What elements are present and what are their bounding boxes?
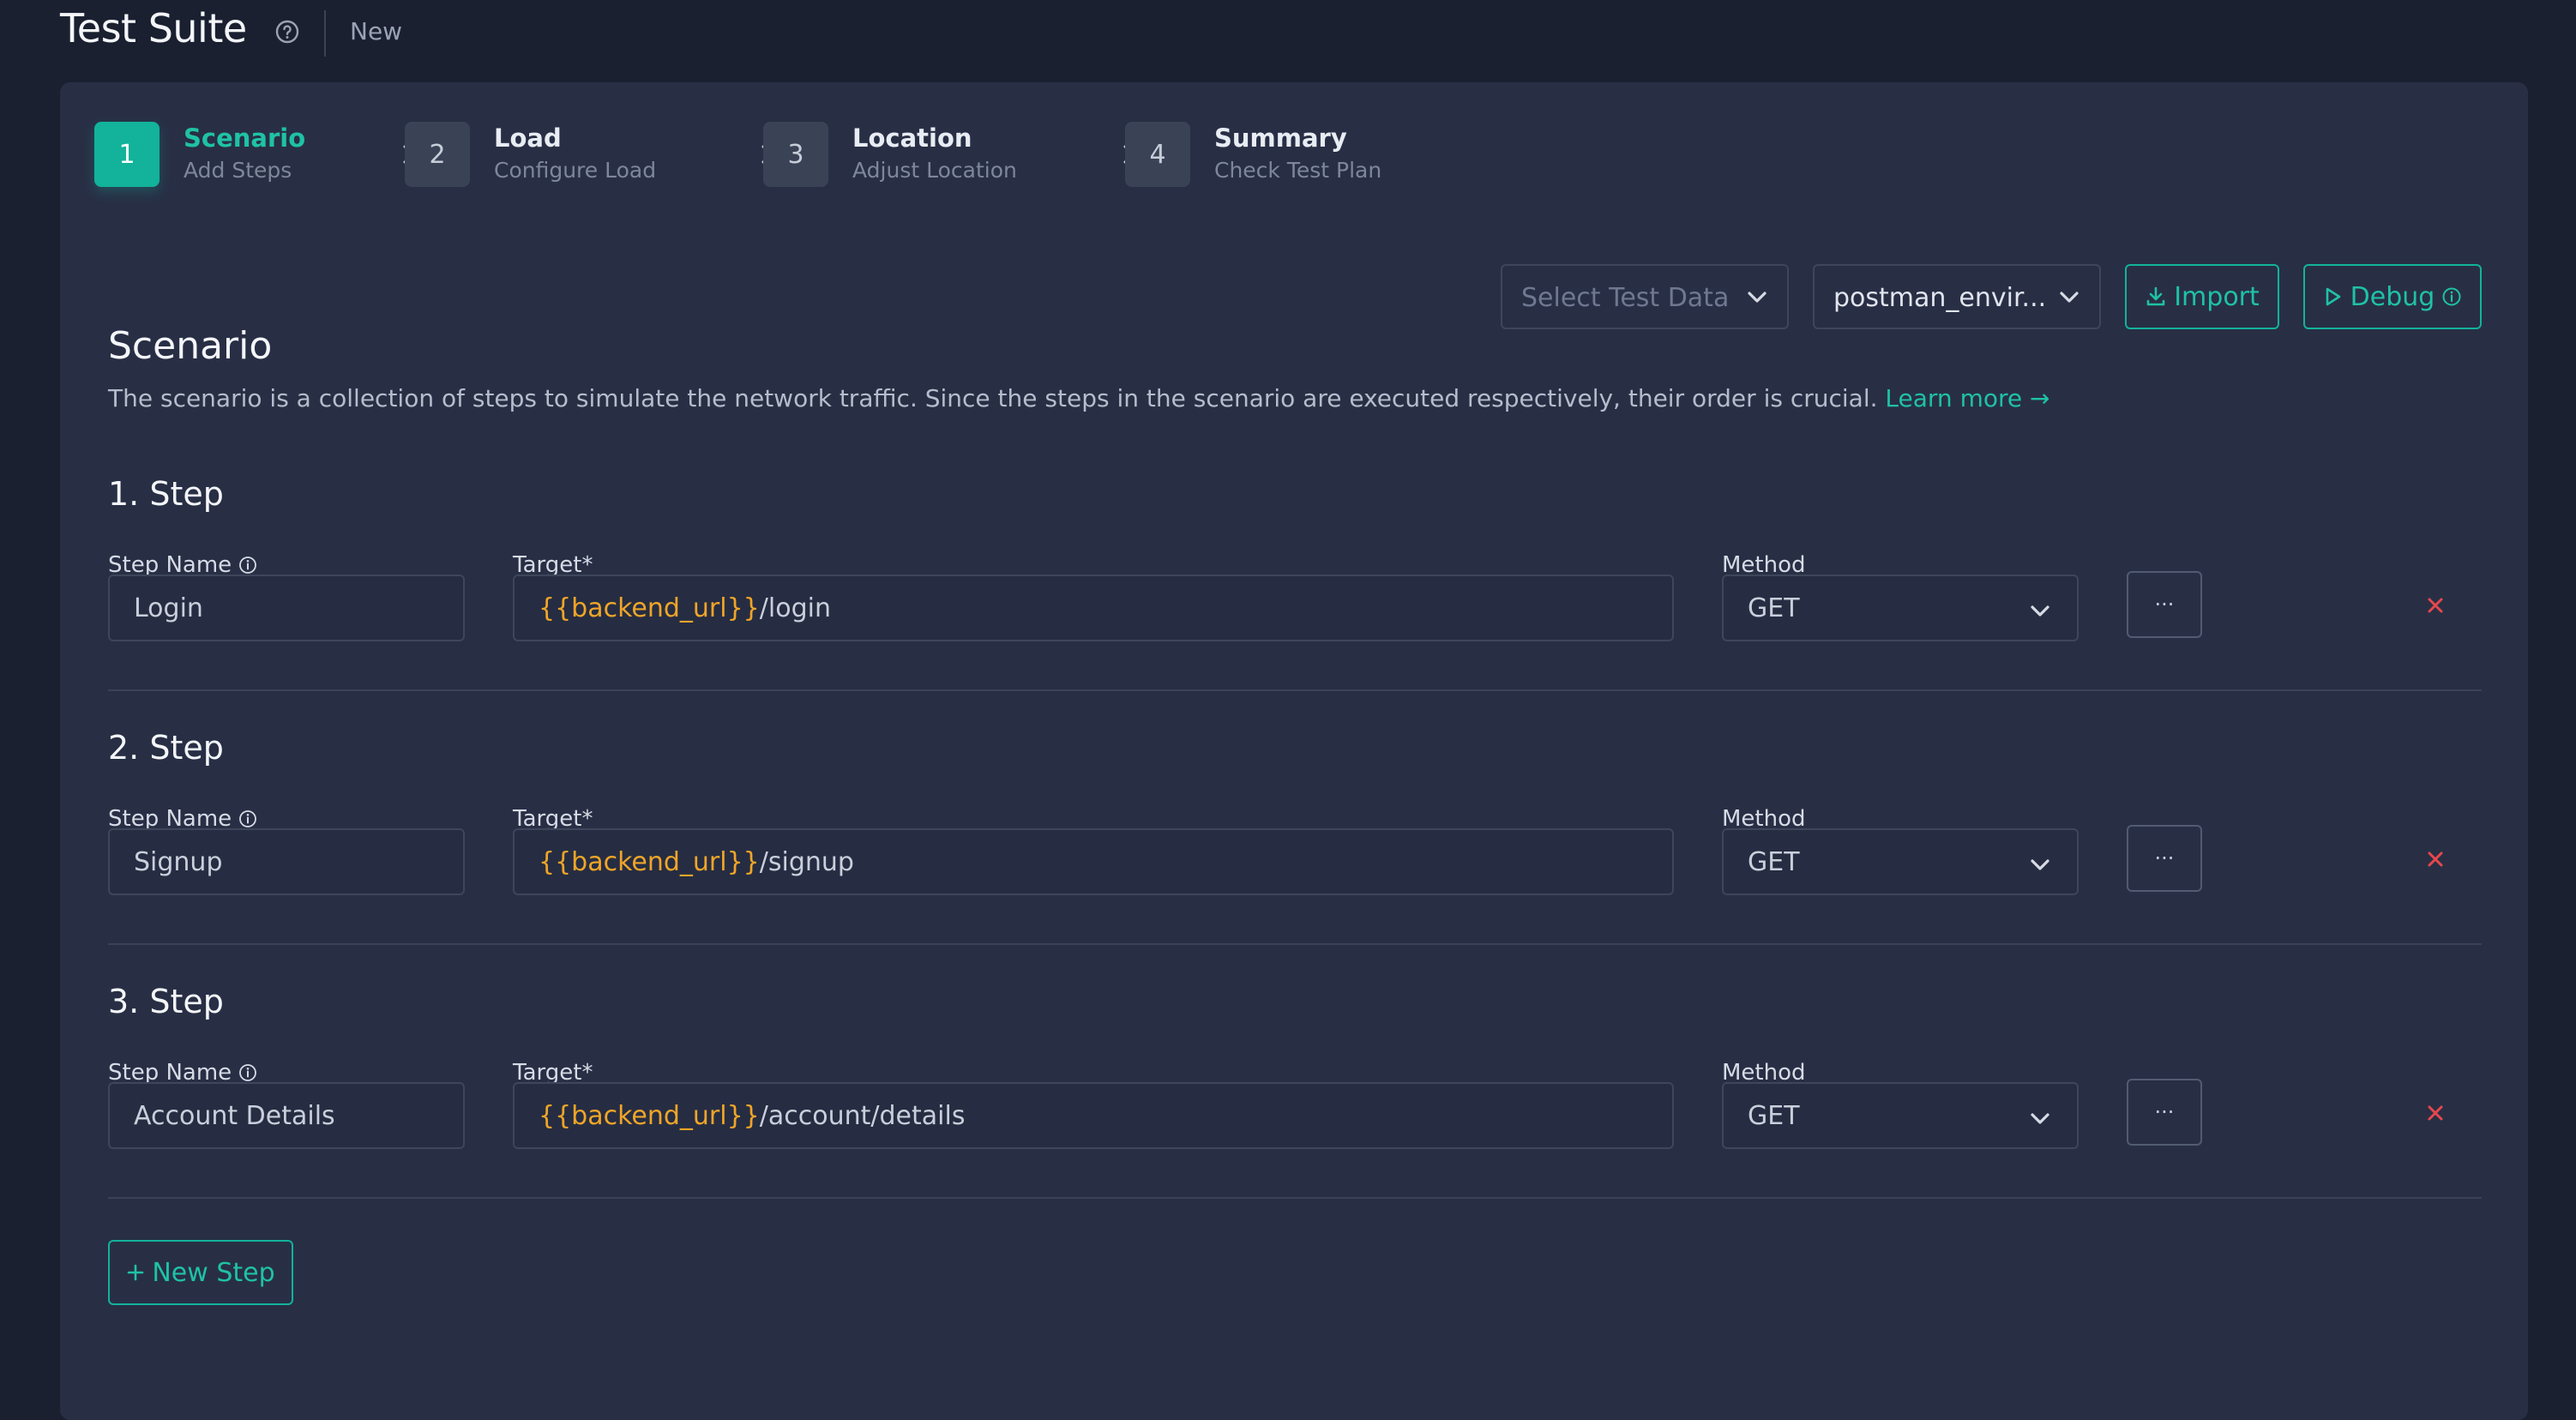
play-icon bbox=[2326, 287, 2340, 306]
ellipsis-icon: ··· bbox=[2154, 1100, 2175, 1124]
step-divider bbox=[108, 943, 2482, 945]
chevron-down-icon bbox=[2031, 605, 2049, 617]
import-label: Import bbox=[2174, 281, 2260, 312]
wizard-step-subtitle: Adjust Location bbox=[852, 158, 1017, 183]
ellipsis-icon: ··· bbox=[2154, 593, 2175, 617]
chevron-down-icon bbox=[2031, 1113, 2049, 1124]
close-icon[interactable] bbox=[2423, 1101, 2447, 1125]
ellipsis-icon: ··· bbox=[2154, 846, 2175, 870]
step-name-value: Login bbox=[134, 593, 203, 623]
close-icon[interactable] bbox=[2423, 593, 2447, 617]
step-name-value: Account Details bbox=[134, 1101, 335, 1131]
page-header: Test Suite New bbox=[0, 0, 2576, 65]
learn-more-link[interactable]: Learn more → bbox=[1885, 384, 2049, 412]
environment-value: postman_envir... bbox=[1833, 283, 2047, 313]
step-card: 2. Step Step Name Target* Method Signup … bbox=[108, 729, 2482, 983]
method-value: GET bbox=[1748, 1101, 1800, 1131]
download-icon bbox=[2146, 286, 2165, 306]
header-divider bbox=[324, 10, 326, 57]
chevron-down-icon bbox=[2060, 292, 2079, 303]
main-card: 1 Scenario Add Steps 2 Load Configure Lo… bbox=[60, 82, 2528, 1420]
target-path: /login bbox=[759, 593, 831, 623]
step-divider bbox=[108, 689, 2482, 691]
wizard-step-number: 3 bbox=[763, 122, 828, 187]
target-value: {{backend_url}}/account/details bbox=[539, 1101, 965, 1131]
description-text: The scenario is a collection of steps to… bbox=[108, 384, 1878, 412]
new-step-label: New Step bbox=[152, 1257, 275, 1288]
method-select[interactable]: GET bbox=[1722, 1082, 2079, 1149]
wizard-step-label: Location bbox=[852, 123, 972, 153]
test-data-placeholder: Select Test Data bbox=[1521, 283, 1730, 313]
wizard-step-number: 1 bbox=[94, 122, 159, 187]
close-icon[interactable] bbox=[2423, 847, 2447, 871]
section-title: Scenario bbox=[108, 324, 273, 368]
method-value: GET bbox=[1748, 593, 1800, 623]
help-circle-icon[interactable] bbox=[274, 19, 300, 45]
target-value: {{backend_url}}/signup bbox=[539, 847, 854, 877]
target-path: /account/details bbox=[759, 1101, 966, 1131]
more-options-button[interactable]: ··· bbox=[2127, 571, 2202, 638]
target-input[interactable]: {{backend_url}}/login bbox=[513, 575, 1674, 641]
info-icon[interactable] bbox=[238, 1063, 257, 1082]
import-button[interactable]: Import bbox=[2125, 264, 2279, 329]
chevron-down-icon bbox=[2031, 859, 2049, 870]
wizard-step-subtitle: Add Steps bbox=[184, 158, 292, 183]
target-variable: {{backend_url}} bbox=[539, 847, 760, 877]
step-name-input[interactable]: Login bbox=[108, 575, 465, 641]
wizard-step-subtitle: Configure Load bbox=[494, 158, 657, 183]
wizard-step-label: Scenario bbox=[184, 123, 306, 153]
method-select[interactable]: GET bbox=[1722, 575, 2079, 641]
status-label: New bbox=[350, 17, 403, 45]
wizard-step-number: 4 bbox=[1125, 122, 1190, 187]
target-variable: {{backend_url}} bbox=[539, 593, 760, 623]
target-variable: {{backend_url}} bbox=[539, 1101, 760, 1131]
info-icon bbox=[2442, 287, 2461, 306]
new-step-button[interactable]: New Step bbox=[108, 1240, 293, 1305]
test-data-select[interactable]: Select Test Data bbox=[1501, 264, 1789, 329]
method-select[interactable]: GET bbox=[1722, 828, 2079, 895]
step-card: 3. Step Step Name Target* Method Account… bbox=[108, 983, 2482, 1236]
step-heading: 1. Step bbox=[108, 475, 224, 513]
step-name-value: Signup bbox=[134, 847, 223, 877]
wizard-step-subtitle: Check Test Plan bbox=[1214, 158, 1382, 183]
debug-label: Debug bbox=[2350, 281, 2435, 312]
target-path: /signup bbox=[759, 847, 854, 877]
target-value: {{backend_url}}/login bbox=[539, 593, 831, 623]
section-description: The scenario is a collection of steps to… bbox=[108, 384, 2049, 412]
step-name-input[interactable]: Signup bbox=[108, 828, 465, 895]
info-icon[interactable] bbox=[238, 556, 257, 575]
wizard-step-number: 2 bbox=[405, 122, 470, 187]
target-input[interactable]: {{backend_url}}/account/details bbox=[513, 1082, 1674, 1149]
wizard-step-label: Summary bbox=[1214, 123, 1347, 153]
step-divider bbox=[108, 1197, 2482, 1199]
plus-icon bbox=[128, 1264, 144, 1281]
info-icon[interactable] bbox=[238, 809, 257, 828]
step-name-input[interactable]: Account Details bbox=[108, 1082, 465, 1149]
step-heading: 3. Step bbox=[108, 983, 224, 1020]
step-heading: 2. Step bbox=[108, 729, 224, 767]
step-card: 1. Step Step Name Target* Method Login {… bbox=[108, 475, 2482, 729]
target-input[interactable]: {{backend_url}}/signup bbox=[513, 828, 1674, 895]
more-options-button[interactable]: ··· bbox=[2127, 825, 2202, 892]
method-value: GET bbox=[1748, 847, 1800, 877]
debug-button[interactable]: Debug bbox=[2303, 264, 2482, 329]
page-title: Test Suite bbox=[60, 5, 247, 51]
wizard-step-label: Load bbox=[494, 123, 562, 153]
environment-select[interactable]: postman_envir... bbox=[1813, 264, 2101, 329]
chevron-down-icon bbox=[1748, 292, 1766, 303]
more-options-button[interactable]: ··· bbox=[2127, 1079, 2202, 1146]
